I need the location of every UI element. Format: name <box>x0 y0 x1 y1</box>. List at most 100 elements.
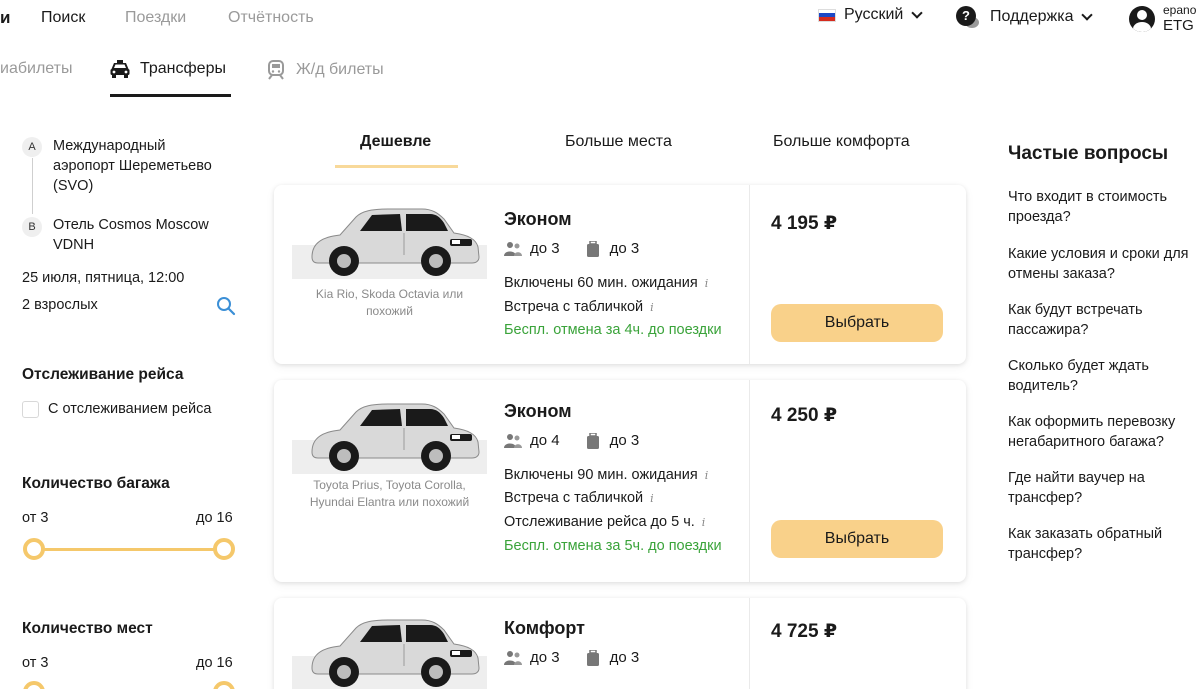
tracking-checkbox[interactable] <box>22 401 39 418</box>
car-models-caption: Kia Rio, Skoda Octavia или похожий <box>315 287 464 318</box>
select-button[interactable]: Выбрать <box>771 304 943 342</box>
nav-trips[interactable]: Поездки <box>125 9 186 27</box>
language-label: Русский <box>844 6 904 23</box>
route-point-a-badge: A <box>22 137 42 157</box>
seats-slider-max-handle[interactable] <box>213 681 235 689</box>
feature-meet-sign: Встреча с табличкой i <box>504 490 654 506</box>
tab-flights-label: иабилеты <box>0 60 73 77</box>
tab-flights[interactable]: иабилеты <box>0 60 72 78</box>
sort-active-indicator <box>335 165 458 168</box>
sort-tab-more-space[interactable]: Больше места <box>565 133 672 151</box>
transfer-offer-card: Toyota Prius, Toyota Corolla, Hyundai Ela… <box>274 380 966 582</box>
trip-passengers: 2 взрослых <box>22 297 98 313</box>
faq-question[interactable]: Как будут встречать пассажира? <box>1008 300 1200 340</box>
select-button[interactable]: Выбрать <box>771 520 943 558</box>
luggage-icon <box>586 240 599 257</box>
luggage-slider-min-handle[interactable] <box>23 538 45 560</box>
faq-question[interactable]: Как оформить перевозку негабаритного бага… <box>1008 412 1200 452</box>
filter-tracking-title: Отслеживание рейса <box>22 366 184 383</box>
support-label: Поддержка <box>990 8 1074 25</box>
transfer-offer-card: Комфорт до 3 до 3 4 725 ₽ <box>274 598 966 689</box>
info-icon[interactable]: i <box>650 492 654 505</box>
tab-transfers[interactable]: Трансферы <box>110 60 226 78</box>
car-image <box>292 403 487 475</box>
seats-min-label: от 3 <box>22 655 49 671</box>
tab-transfers-label: Трансферы <box>140 60 226 77</box>
offer-price: 4 725 ₽ <box>771 621 838 642</box>
free-cancellation: Беспл. отмена за 4ч. до поездки <box>504 322 722 338</box>
route-to: Отель Cosmos Moscow VDNH <box>53 217 209 253</box>
filter-seats-title: Количество мест <box>22 620 153 637</box>
filter-luggage-title: Количество багажа <box>22 475 170 492</box>
offer-price: 4 250 ₽ <box>771 405 838 426</box>
faq-question[interactable]: Сколько будет ждать водитель? <box>1008 356 1200 396</box>
info-icon[interactable]: i <box>650 301 654 314</box>
seats-max-label: до 16 <box>196 655 233 671</box>
feature-flight-tracking: Отслеживание рейса до 5 ч. i <box>504 514 706 530</box>
faq-question[interactable]: Где найти ваучер на трансфер? <box>1008 468 1200 508</box>
luggage-slider-max-handle[interactable] <box>213 538 235 560</box>
passengers-count: до 3 <box>530 240 560 257</box>
faq-question[interactable]: Как заказать обратный трансфер? <box>1008 524 1200 564</box>
feature-waiting: Включены 60 мин. ожидания i <box>504 275 709 291</box>
passengers-icon <box>504 433 522 448</box>
bags-count: до 3 <box>609 240 640 257</box>
info-icon[interactable]: i <box>705 469 709 482</box>
capacity-row: до 4 до 3 <box>504 432 639 449</box>
sort-tab-more-comfort[interactable]: Больше комфорта <box>773 133 910 151</box>
language-selector[interactable]: Русский <box>818 6 924 24</box>
passengers-count: до 3 <box>530 649 560 666</box>
taxi-icon <box>110 60 130 78</box>
car-image <box>292 208 487 280</box>
chevron-down-icon <box>1081 9 1094 21</box>
tab-trains[interactable]: Ж/д билеты <box>266 60 384 80</box>
user-info[interactable]: epanо ETG <box>1163 2 1196 34</box>
nav-reports[interactable]: Отчётность <box>228 9 314 27</box>
info-icon[interactable]: i <box>705 277 709 290</box>
route-point-b-badge: B <box>22 217 42 237</box>
faq-question[interactable]: Какие условия и сроки для отмены заказа? <box>1008 244 1200 284</box>
transfer-offer-card: Kia Rio, Skoda Octavia или похожий Эконом… <box>274 185 966 364</box>
card-divider <box>749 380 750 582</box>
support-chat-icon: ? <box>956 6 979 28</box>
free-cancellation: Беспл. отмена за 5ч. до поездки <box>504 538 722 554</box>
card-divider <box>749 598 750 689</box>
route-from: Международный аэропорт Шереметьево (SVO) <box>53 138 212 194</box>
car-class: Эконом <box>504 209 572 229</box>
car-models-caption: Toyota Prius, Toyota Corolla, Hyundai Ela… <box>309 478 470 509</box>
faq-title: Частые вопросы <box>1008 143 1169 164</box>
tab-trains-label: Ж/д билеты <box>296 61 384 78</box>
passengers-icon <box>504 650 522 665</box>
card-divider <box>749 185 750 364</box>
car-class: Эконом <box>504 401 572 421</box>
logo[interactable]: и <box>0 8 10 28</box>
feature-waiting: Включены 90 мин. ожидания i <box>504 467 709 483</box>
luggage-min-label: от 3 <box>22 510 49 526</box>
support-menu[interactable]: ? Поддержка <box>956 6 1094 28</box>
feature-meet-sign: Встреча с табличкой i <box>504 299 654 315</box>
seats-slider-min-handle[interactable] <box>23 681 45 689</box>
luggage-slider-track[interactable] <box>34 548 224 551</box>
car-class: Комфорт <box>504 618 585 638</box>
active-tab-indicator <box>110 94 231 97</box>
sort-tab-cheaper[interactable]: Дешевле <box>360 133 431 151</box>
bags-count: до 3 <box>609 432 640 449</box>
offer-price: 4 195 ₽ <box>771 213 838 234</box>
nav-search[interactable]: Поиск <box>41 9 85 27</box>
bags-count: до 3 <box>609 649 640 666</box>
train-icon <box>268 60 284 80</box>
trip-datetime: 25 июля, пятница, 12:00 <box>22 270 185 286</box>
capacity-row: до 3 до 3 <box>504 649 639 666</box>
passengers-icon <box>504 241 522 256</box>
faq-question[interactable]: Что входит в стоимость проезда? <box>1008 187 1200 227</box>
user-name: epanо <box>1163 3 1197 17</box>
car-image <box>292 619 487 689</box>
tracking-option-label[interactable]: С отслеживанием рейса <box>48 401 211 417</box>
luggage-icon <box>586 432 599 449</box>
info-icon[interactable]: i <box>702 516 706 529</box>
user-menu[interactable] <box>1129 6 1155 32</box>
passengers-count: до 4 <box>530 432 560 449</box>
capacity-row: до 3 до 3 <box>504 240 639 257</box>
luggage-max-label: до 16 <box>196 510 233 526</box>
search-icon[interactable] <box>216 296 236 316</box>
